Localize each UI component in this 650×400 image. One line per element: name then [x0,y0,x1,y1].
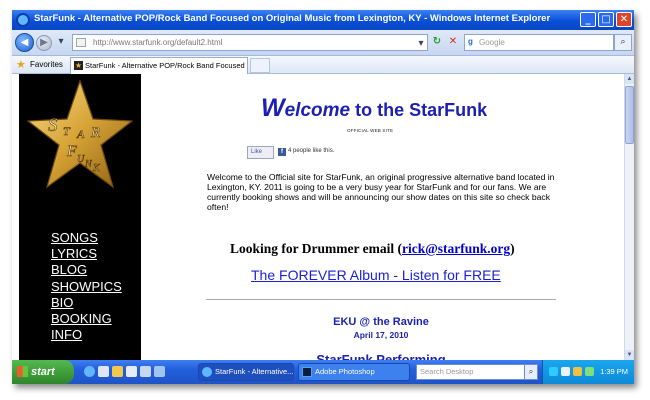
logo-letter: R [90,125,100,141]
photoshop-task-icon [302,367,312,377]
window-title: StarFunk - Alternative POP/Rock Band Foc… [34,13,551,24]
nav-links: SONGS LYRICS BLOG SHOWPICS BIO BOOKING I… [51,230,122,343]
browser-tab[interactable]: ★ StarFunk - Alternative POP/Rock Band F… [70,57,248,74]
tab-favicon: ★ [74,61,83,70]
quicklaunch-ie-icon[interactable] [84,366,95,377]
like-count-text: 4 people like this. [288,148,335,154]
facebook-icon: f [278,148,286,156]
search-button[interactable]: ⌕ [614,34,632,51]
quicklaunch-document-icon[interactable] [126,366,137,377]
taskbar-item-photoshop[interactable]: Adobe Photoshop [298,363,410,381]
scroll-up-arrow-icon[interactable]: ▲ [625,74,634,84]
welcome-w: W [261,94,285,122]
start-button[interactable]: start [12,360,74,384]
stop-button[interactable]: ✕ [446,35,460,49]
tray-network-icon[interactable] [549,367,558,376]
nav-booking[interactable]: BOOKING [51,311,122,327]
page-content: S T A R F U N K SONGS LYRICS BLOG SHOWPI… [12,74,624,360]
forward-button[interactable]: ▶ [36,35,52,51]
vertical-scrollbar[interactable]: ▲ ▼ [624,74,634,360]
address-bar: ◀ ▶ ▾ http://www.starfunk.org/default2.h… [12,30,634,56]
search-input[interactable]: g Google [464,34,614,51]
quicklaunch-app2-icon[interactable] [154,366,165,377]
taskbar-item-photoshop-label: Adobe Photoshop [315,367,375,376]
drummer-email-link[interactable]: rick@starfunk.org [402,241,510,256]
nav-info[interactable]: INFO [51,327,122,343]
nav-lyrics[interactable]: LYRICS [51,246,122,262]
browser-window: StarFunk - Alternative POP/Rock Band Foc… [12,10,634,384]
nav-blog[interactable]: BLOG [51,262,122,278]
windows-taskbar: start StarFunk - Alternative... Adobe Ph… [12,360,634,384]
tray-status-icon[interactable] [585,367,594,376]
refresh-button[interactable]: ↻ [430,35,444,49]
desktop-search-input[interactable]: Search Desktop [416,364,526,380]
event-date: April 17, 2010 [353,330,409,340]
welcome-rest: to the StarFunk [350,100,488,120]
drummer-suffix: ) [510,241,515,256]
scroll-down-arrow-icon[interactable]: ▼ [625,350,634,360]
logo-letter: U [77,154,85,165]
close-button[interactable]: ✕ [616,12,632,27]
url-field[interactable]: http://www.starfunk.org/default2.html [72,34,428,51]
sidebar: S T A R F U N K SONGS LYRICS BLOG SHOWPI… [19,74,141,360]
like-count: f4 people like this. [278,148,334,156]
back-button[interactable]: ◀ [15,33,34,52]
tab-title: StarFunk - Alternative POP/Rock Band Foc… [85,61,247,70]
history-dropdown-button[interactable]: ▾ [54,35,68,49]
main-column: Welcome to the StarFunk OFFICIAL WEB SIT… [141,74,624,360]
nav-showpics[interactable]: SHOWPICS [51,279,122,295]
welcome-elcome: elcome [284,100,351,121]
url-dropdown-button[interactable]: ▾ [414,37,428,51]
logo-letter: F [66,143,77,160]
minimize-button[interactable]: _ [580,12,596,27]
start-label: start [31,366,55,378]
tray-security-icon[interactable] [573,367,582,376]
favorites-label[interactable]: Favorites [30,60,63,69]
welcome-heading: Welcome to the StarFunk [261,94,487,123]
windows-flag-icon [17,366,28,377]
quicklaunch-desktop-icon[interactable] [98,366,109,377]
starfunk-star-logo[interactable]: S T A R F U N K [27,79,133,191]
tray-volume-icon[interactable] [561,367,570,376]
like-button-label: Like [251,149,263,155]
nav-bio[interactable]: BIO [51,295,122,311]
ie-logo-icon [16,13,30,27]
search-placeholder: Google [479,38,505,47]
logo-letter: S [48,115,58,136]
google-icon: g [468,37,473,46]
system-tray: 1:39 PM [542,360,634,384]
favorites-star-icon[interactable]: ★ [16,58,26,71]
new-tab-button[interactable] [250,58,270,73]
url-text: http://www.starfunk.org/default2.html [93,38,223,47]
facebook-like-button[interactable]: Like [247,146,274,159]
ie-task-icon [202,367,212,377]
title-bar[interactable]: StarFunk - Alternative POP/Rock Band Foc… [12,10,634,30]
quicklaunch-folder-icon[interactable] [112,366,123,377]
favorites-bar: ★ Favorites ★ StarFunk - Alternative POP… [12,56,634,74]
taskbar-item-ie[interactable]: StarFunk - Alternative... [198,363,294,381]
maximize-button[interactable]: □ [598,12,614,27]
drummer-prefix: Looking for Drummer email ( [230,241,402,256]
logo-letter: K [92,163,101,174]
logo-letter: A [76,127,85,141]
logo-letter: N [84,159,93,170]
scroll-thumb[interactable] [625,86,634,144]
intro-paragraph: Welcome to the Official site for StarFun… [207,172,555,212]
drummer-notice: Looking for Drummer email (rick@starfunk… [230,241,515,257]
official-subtitle: OFFICIAL WEB SITE [347,128,394,133]
event-title: EKU @ the Ravine [333,316,429,328]
forever-album-link[interactable]: The FOREVER Album - Listen for FREE [251,267,501,283]
performing-heading: StarFunk Performing [316,352,446,360]
taskbar-item-ie-label: StarFunk - Alternative... [215,367,294,376]
clock: 1:39 PM [600,367,628,376]
desktop-search-button[interactable]: ⌕ [524,364,538,380]
page-icon [76,38,86,47]
divider [206,299,556,300]
nav-songs[interactable]: SONGS [51,230,122,246]
quicklaunch-app-icon[interactable] [140,366,151,377]
